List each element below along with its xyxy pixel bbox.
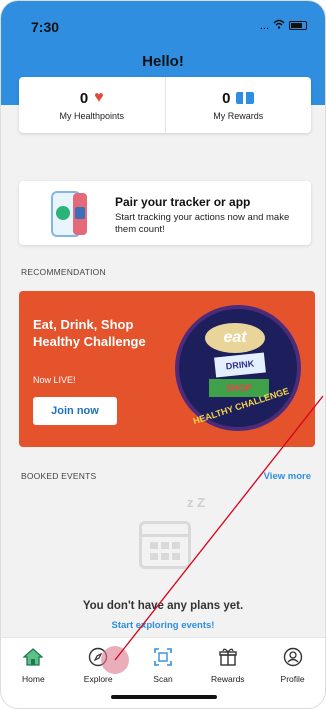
challenge-promo-card[interactable]: Eat, Drink, Shop Healthy Challenge Now L… — [19, 291, 315, 447]
tab-profile-label: Profile — [280, 674, 305, 684]
home-icon — [22, 646, 44, 668]
promo-status: Now LIVE! — [33, 375, 76, 385]
healthy-challenge-badge: eat DRINK SHOP HEALTHY CHALLENGE — [175, 305, 301, 431]
sleep-zz-icon: z Z — [187, 495, 206, 510]
scan-icon — [152, 646, 174, 668]
start-exploring-link[interactable]: Start exploring events! — [1, 620, 325, 631]
healthpoints-value: 0 — [79, 89, 89, 107]
healthpoints-label: My Healthpoints — [59, 111, 125, 121]
tab-explore-label: Explore — [83, 674, 113, 684]
empty-events-title: You don't have any plans yet. — [82, 600, 244, 612]
join-now-button[interactable]: Join now — [33, 397, 117, 425]
view-more-link[interactable]: View more — [264, 471, 311, 482]
badge-drink-text: DRINK — [214, 352, 266, 378]
tab-home-label: Home — [22, 674, 45, 684]
rewards-label: My Rewards — [213, 110, 264, 121]
reward-card-icon — [236, 92, 255, 104]
heart-icon: ♥ — [94, 89, 104, 106]
healthpoints-summary[interactable]: 0 ♥ My Healthpoints — [19, 77, 165, 133]
rewards-summary[interactable]: 0 My Rewards — [164, 77, 312, 133]
app-screen: 7:30 ... Hello! 0 ♥ My Healthpoints 0 My… — [0, 0, 326, 709]
recommendation-label: RECOMMENDATION — [21, 267, 106, 277]
rewards-value: 0 — [222, 89, 231, 107]
gift-icon — [217, 646, 239, 668]
battery-icon — [289, 21, 307, 30]
profile-icon — [282, 646, 304, 668]
status-icons: ... — [260, 19, 307, 32]
home-indicator — [111, 695, 217, 699]
tracker-subtitle: Start tracking your actions now and make… — [115, 212, 290, 236]
tab-home[interactable]: Home — [1, 638, 66, 708]
page-title: Hello! — [142, 53, 184, 70]
tab-profile[interactable]: Profile — [260, 638, 325, 708]
booked-events-label: BOOKED EVENTS — [21, 471, 97, 481]
promo-title: Eat, Drink, Shop Healthy Challenge — [33, 317, 146, 349]
tab-rewards-label: Rewards — [211, 674, 245, 684]
pair-tracker-card[interactable]: Pair your tracker or app Start tracking … — [19, 181, 311, 245]
fitness-band-icon — [73, 193, 87, 235]
status-time: 7:30 — [31, 19, 60, 35]
touch-indicator — [101, 646, 129, 674]
points-card: 0 ♥ My Healthpoints 0 My Rewards — [19, 77, 311, 133]
wifi-icon — [273, 19, 285, 32]
tracker-title: Pair your tracker or app — [115, 195, 251, 209]
badge-eat-text: eat — [205, 323, 265, 353]
tab-scan-label: Scan — [153, 674, 173, 684]
calendar-icon — [139, 521, 191, 569]
signal-icon: ... — [259, 19, 269, 32]
